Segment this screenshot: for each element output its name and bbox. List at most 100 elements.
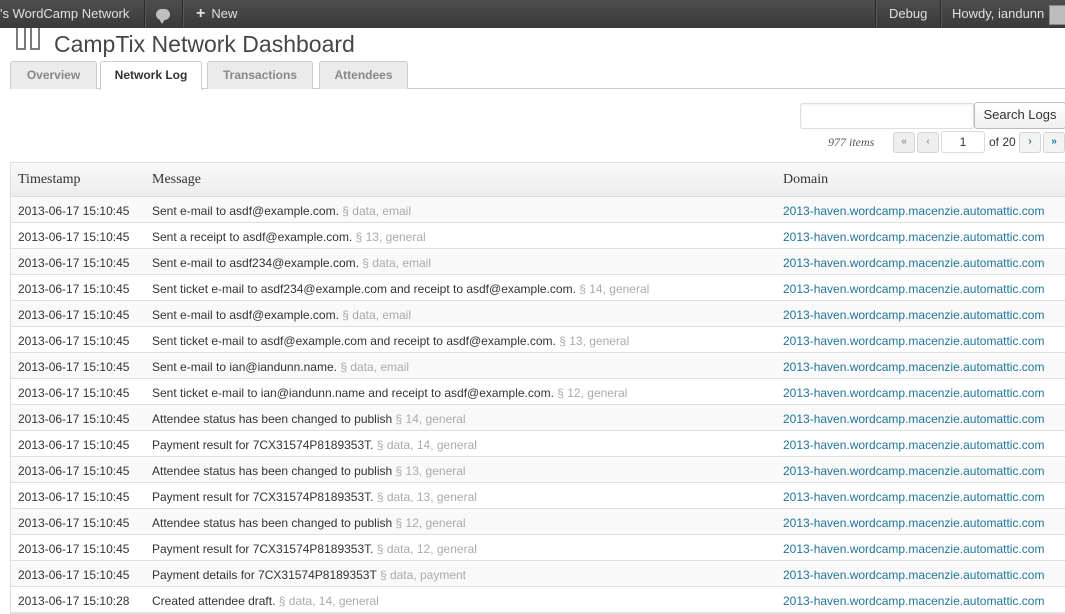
- row-domain-link[interactable]: 2013-haven.wordcamp.macenzie.automattic.…: [783, 464, 1044, 478]
- table-row: 2013-06-17 15:10:45 Payment result for 7C…: [11, 535, 1065, 561]
- row-message-cell: Attendee status has been changed to publ…: [152, 412, 466, 426]
- column-header-message[interactable]: Message: [152, 172, 201, 188]
- row-tags: § data, 14, general: [376, 438, 477, 452]
- row-domain-link[interactable]: 2013-haven.wordcamp.macenzie.automattic.…: [783, 282, 1044, 296]
- row-domain-link[interactable]: 2013-haven.wordcamp.macenzie.automattic.…: [783, 256, 1044, 270]
- table-row: 2013-06-17 15:10:45 Sent e-mail to ian@ia…: [11, 353, 1065, 379]
- column-header-timestamp[interactable]: Timestamp: [18, 172, 81, 188]
- table-row: 2013-06-17 15:10:45 Sent ticket e-mail to…: [11, 379, 1065, 405]
- row-tags: § data, 14, general: [278, 594, 379, 608]
- row-message-cell: Sent e-mail to asdf@example.com. § data,…: [152, 204, 411, 218]
- row-tags: § 12, general: [557, 386, 628, 400]
- row-domain-link[interactable]: 2013-haven.wordcamp.macenzie.automattic.…: [783, 204, 1044, 218]
- table-row: 2013-06-17 15:10:45 Sent ticket e-mail to…: [11, 275, 1065, 301]
- admin-bar-new[interactable]: + New: [196, 0, 237, 28]
- row-tags: § data, 13, general: [376, 490, 477, 504]
- table-body: 2013-06-17 15:10:45 Sent e-mail to asdf@e…: [11, 197, 1065, 613]
- row-message: Payment result for 7CX31574P8189353T.: [152, 490, 374, 504]
- row-domain-link[interactable]: 2013-haven.wordcamp.macenzie.automattic.…: [783, 490, 1044, 504]
- log-table: Timestamp Message Domain 2013-06-17 15:1…: [10, 162, 1065, 614]
- row-message: Created attendee draft.: [152, 594, 276, 608]
- row-tags: § 13, general: [559, 334, 630, 348]
- table-header: Timestamp Message Domain: [11, 163, 1065, 197]
- row-timestamp: 2013-06-17 15:10:45: [18, 204, 130, 218]
- total-pages: of 20: [989, 135, 1016, 149]
- row-message-cell: Payment result for 7CX31574P8189353T. § …: [152, 438, 477, 452]
- row-tags: § 14, general: [579, 282, 650, 296]
- row-timestamp: 2013-06-17 15:10:45: [18, 386, 130, 400]
- admin-bar-howdy[interactable]: Howdy, iandunn: [952, 0, 1044, 28]
- row-domain-link[interactable]: 2013-haven.wordcamp.macenzie.automattic.…: [783, 360, 1044, 374]
- row-message-cell: Sent ticket e-mail to ian@iandunn.name a…: [152, 386, 627, 400]
- table-row: 2013-06-17 15:10:45 Sent e-mail to asdf@e…: [11, 197, 1065, 223]
- row-domain-link[interactable]: 2013-haven.wordcamp.macenzie.automattic.…: [783, 230, 1044, 244]
- row-message-cell: Sent e-mail to asdf@example.com. § data,…: [152, 308, 411, 322]
- row-message-cell: Payment result for 7CX31574P8189353T. § …: [152, 490, 477, 504]
- avatar[interactable]: [1049, 5, 1065, 25]
- admin-bar-divider: [182, 0, 184, 28]
- search-input[interactable]: [800, 103, 974, 129]
- row-domain-link[interactable]: 2013-haven.wordcamp.macenzie.automattic.…: [783, 308, 1044, 322]
- row-domain-link[interactable]: 2013-haven.wordcamp.macenzie.automattic.…: [783, 542, 1044, 556]
- last-page-button[interactable]: »: [1043, 132, 1065, 153]
- column-header-domain[interactable]: Domain: [783, 172, 828, 188]
- table-row: 2013-06-17 15:10:45 Payment result for 7C…: [11, 483, 1065, 509]
- row-timestamp: 2013-06-17 15:10:45: [18, 516, 130, 530]
- row-message-cell: Sent ticket e-mail to asdf@example.com a…: [152, 334, 629, 348]
- admin-bar-new-label: New: [211, 6, 238, 21]
- table-row: 2013-06-17 15:10:45 Payment details for 7…: [11, 561, 1065, 587]
- row-domain-link[interactable]: 2013-haven.wordcamp.macenzie.automattic.…: [783, 438, 1044, 452]
- row-timestamp: 2013-06-17 15:10:45: [18, 438, 130, 452]
- row-tags: § data, email: [340, 360, 410, 374]
- row-message: Sent e-mail to asdf@example.com.: [152, 204, 339, 218]
- table-row: 2013-06-17 15:10:45 Sent e-mail to asdf@e…: [11, 301, 1065, 327]
- row-message: Sent e-mail to ian@iandunn.name.: [152, 360, 337, 374]
- row-tags: § data, email: [342, 204, 411, 218]
- admin-bar-debug[interactable]: Debug: [889, 0, 927, 28]
- row-timestamp: 2013-06-17 15:10:45: [18, 464, 130, 478]
- row-tags: § 12, general: [395, 516, 466, 530]
- row-timestamp: 2013-06-17 15:10:28: [18, 594, 130, 608]
- table-row: 2013-06-17 15:10:45 Attendee status has b…: [11, 405, 1065, 431]
- plus-icon: +: [196, 5, 206, 22]
- admin-bar-divider: [875, 0, 877, 28]
- row-tags: § 13, general: [395, 464, 466, 478]
- row-domain-link[interactable]: 2013-haven.wordcamp.macenzie.automattic.…: [783, 516, 1044, 530]
- first-page-button[interactable]: «: [893, 132, 915, 153]
- tab-transactions[interactable]: Transactions: [207, 61, 313, 89]
- row-message-cell: Sent ticket e-mail to asdf234@example.co…: [152, 282, 649, 296]
- tab-overview[interactable]: Overview: [10, 61, 97, 89]
- row-message: Sent ticket e-mail to asdf234@example.co…: [152, 282, 576, 296]
- items-count: 977 items: [828, 135, 875, 149]
- row-domain-link[interactable]: 2013-haven.wordcamp.macenzie.automattic.…: [783, 594, 1044, 608]
- current-page-input[interactable]: 1: [941, 131, 985, 153]
- row-message: Sent a receipt to asdf@example.com.: [152, 230, 353, 244]
- table-row: 2013-06-17 15:10:45 Sent a receipt to asd…: [11, 223, 1065, 249]
- row-timestamp: 2013-06-17 15:10:45: [18, 490, 130, 504]
- row-domain-link[interactable]: 2013-haven.wordcamp.macenzie.automattic.…: [783, 412, 1044, 426]
- row-message-cell: Sent e-mail to ian@iandunn.name. § data,…: [152, 360, 409, 374]
- row-domain-link[interactable]: 2013-haven.wordcamp.macenzie.automattic.…: [783, 386, 1044, 400]
- row-message: Attendee status has been changed to publ…: [152, 464, 393, 478]
- comment-bubble-icon: [156, 9, 170, 24]
- row-message: Sent ticket e-mail to ian@iandunn.name a…: [152, 386, 554, 400]
- row-timestamp: 2013-06-17 15:10:45: [18, 412, 130, 426]
- admin-bar-comments[interactable]: [152, 0, 174, 28]
- tab-network-log[interactable]: Network Log: [100, 61, 202, 90]
- row-timestamp: 2013-06-17 15:10:45: [18, 542, 130, 556]
- prev-page-button[interactable]: ‹: [917, 132, 939, 153]
- admin-bar-site-name[interactable]: 's WordCamp Network: [0, 0, 129, 28]
- table-row: 2013-06-17 15:10:45 Sent e-mail to asdf23…: [11, 249, 1065, 275]
- row-message-cell: Sent a receipt to asdf@example.com. § 13…: [152, 230, 426, 244]
- row-message: Sent e-mail to asdf@example.com.: [152, 308, 339, 322]
- row-tags: § data, email: [342, 308, 411, 322]
- row-domain-link[interactable]: 2013-haven.wordcamp.macenzie.automattic.…: [783, 334, 1044, 348]
- search-logs-button[interactable]: Search Logs: [974, 102, 1065, 129]
- row-timestamp: 2013-06-17 15:10:45: [18, 230, 130, 244]
- row-tags: § data, 12, general: [376, 542, 477, 556]
- row-message-cell: Attendee status has been changed to publ…: [152, 464, 466, 478]
- tab-attendees[interactable]: Attendees: [319, 61, 408, 89]
- row-timestamp: 2013-06-17 15:10:45: [18, 308, 130, 322]
- row-tags: § 14, general: [395, 412, 466, 426]
- next-page-button[interactable]: ›: [1019, 132, 1041, 153]
